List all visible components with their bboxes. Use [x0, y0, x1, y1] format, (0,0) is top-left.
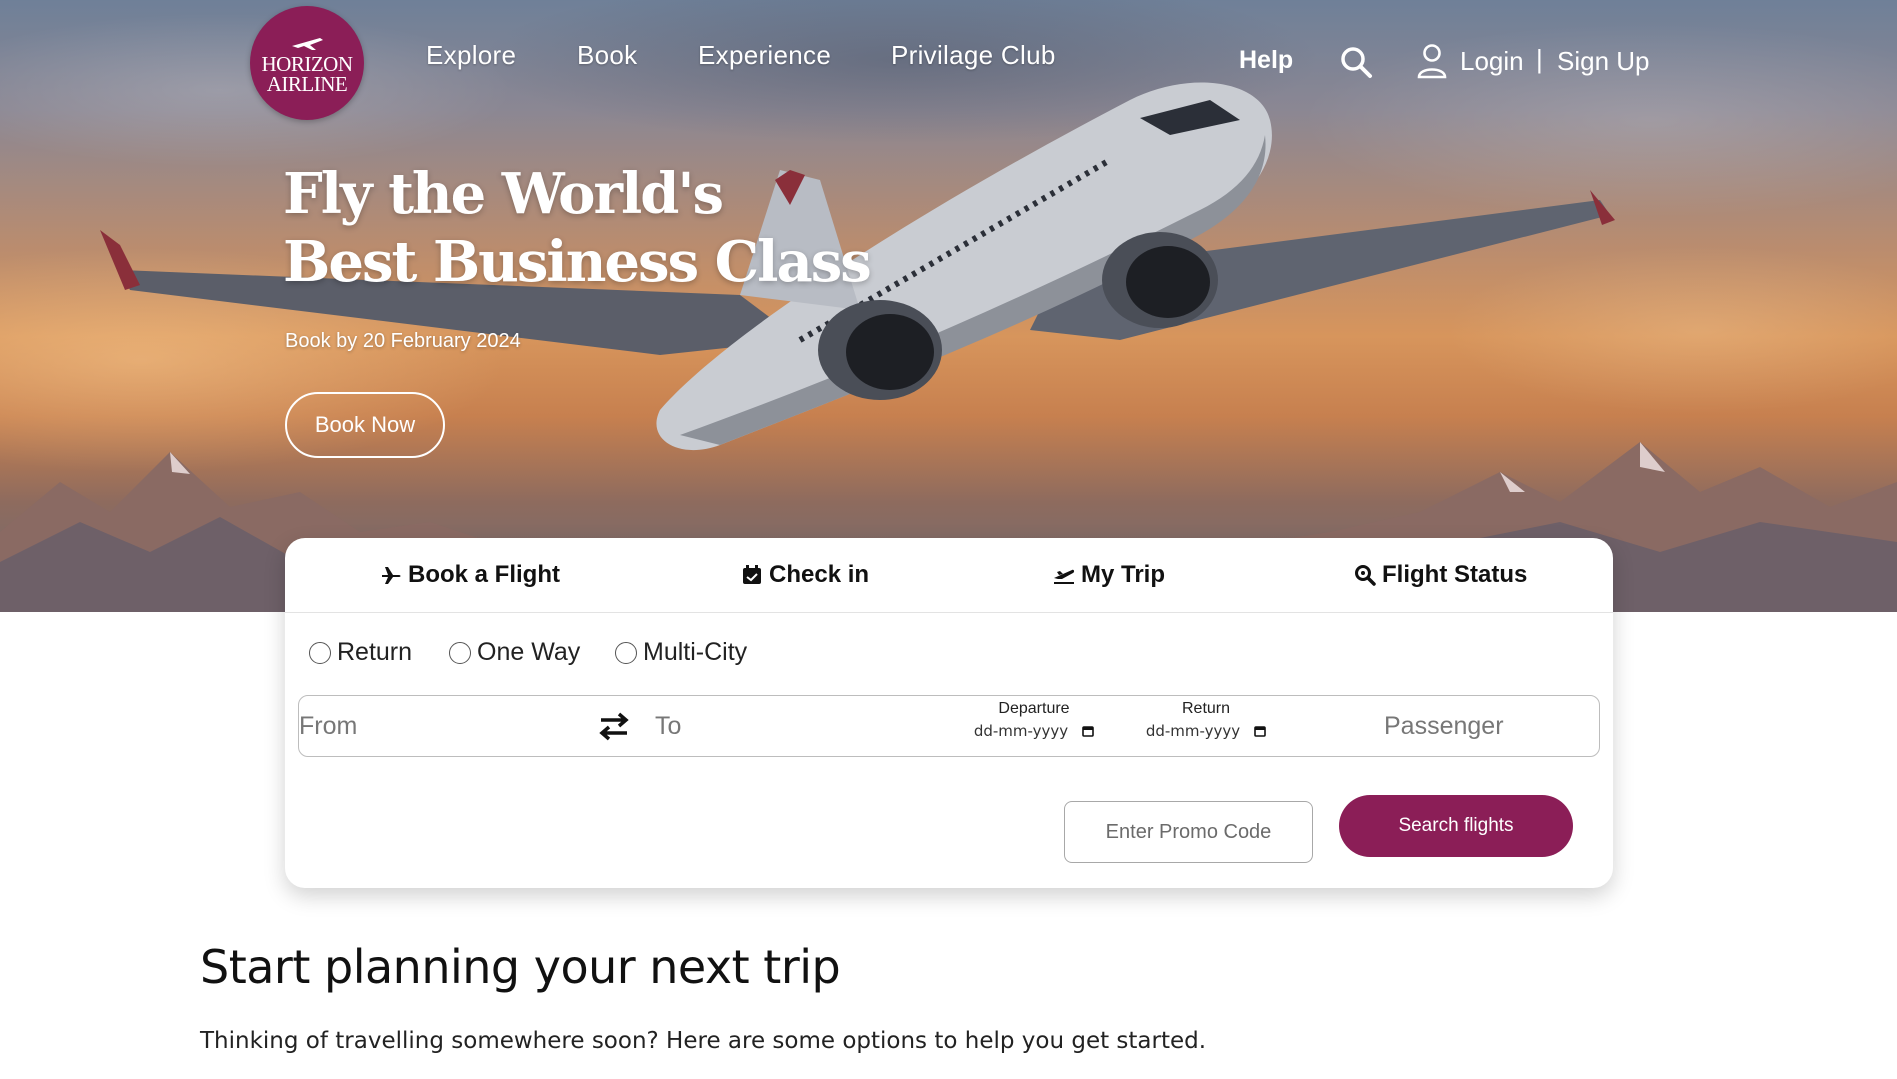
plane-departure-icon: [1054, 569, 1075, 584]
return-radio[interactable]: [309, 641, 331, 664]
to-input[interactable]: To: [655, 712, 681, 741]
promo-code-input[interactable]: Enter Promo Code: [1064, 801, 1313, 863]
logo-plane-icon: [292, 38, 323, 50]
nav-book[interactable]: Book: [577, 40, 637, 71]
trip-type-one-way[interactable]: One Way: [449, 638, 580, 667]
tab-book-a-flight[interactable]: Book a Flight: [380, 558, 560, 592]
horizon-airline-logo[interactable]: HORIZON AIRLINE: [250, 6, 364, 120]
return-date-value: dd-mm-yyyy: [1145, 722, 1241, 740]
tab-check-in[interactable]: Check in: [741, 558, 869, 592]
calendar-icon[interactable]: [1254, 725, 1266, 737]
return-date-label: Return: [1181, 700, 1231, 717]
departure-label: Departure: [998, 700, 1070, 717]
nav-privilage-club[interactable]: Privilage Club: [891, 40, 1056, 71]
hero-title-line-1: Fly the World's: [283, 161, 724, 227]
tab-my-trip-label: My Trip: [1081, 561, 1166, 588]
tab-flight-status[interactable]: Flight Status: [1354, 558, 1527, 592]
user-icon[interactable]: [1416, 43, 1448, 79]
tab-book-a-flight-label: Book a Flight: [408, 561, 560, 588]
login-link[interactable]: Login: [1460, 46, 1524, 77]
passenger-input[interactable]: Passenger: [1384, 712, 1504, 741]
swap-arrows-icon[interactable]: [597, 709, 631, 743]
one-way-label: One Way: [477, 638, 581, 666]
flight-search-fields: From To Departure dd-mm-yyyy Return dd-m…: [298, 695, 1600, 757]
multi-city-radio[interactable]: [615, 641, 637, 664]
airplane-icon: [382, 567, 401, 584]
hero-subtitle: Book by 20 February 2024: [285, 330, 521, 352]
return-date-input[interactable]: dd-mm-yyyy: [1146, 722, 1266, 740]
calendar-check-icon: [743, 565, 761, 584]
section-subtitle: Thinking of travelling somewhere soon? H…: [200, 1028, 1207, 1054]
tab-check-in-label: Check in: [769, 561, 870, 588]
nav-separator: |: [1536, 44, 1543, 74]
help-link[interactable]: Help: [1239, 46, 1293, 75]
logo-line-2: AIRLINE: [266, 72, 348, 96]
multi-city-label: Multi-City: [643, 638, 748, 666]
return-label: Return: [337, 638, 413, 666]
hero-title: Fly the World's Best Business Class: [283, 160, 872, 296]
one-way-radio[interactable]: [449, 641, 471, 664]
tab-flight-status-label: Flight Status: [1382, 561, 1528, 588]
booking-widget: Book a Flight Check in My Trip Flight St…: [285, 538, 1613, 888]
tab-my-trip[interactable]: My Trip: [1053, 558, 1165, 592]
departure-date-value: dd-mm-yyyy: [973, 722, 1069, 740]
return-date-field[interactable]: Return dd-mm-yyyy: [1136, 700, 1276, 741]
nav-experience[interactable]: Experience: [698, 40, 831, 71]
section-title: Start planning your next trip: [200, 940, 841, 994]
departure-date-input[interactable]: dd-mm-yyyy: [974, 722, 1094, 740]
from-input[interactable]: From: [299, 712, 357, 741]
logo-text: HORIZON AIRLINE: [250, 52, 364, 96]
booking-tabs: Book a Flight Check in My Trip Flight St…: [285, 538, 1613, 613]
departure-date-field[interactable]: Departure dd-mm-yyyy: [964, 700, 1104, 741]
book-now-button[interactable]: Book Now: [285, 392, 445, 458]
trip-type-return[interactable]: Return: [309, 638, 412, 667]
hero-title-line-2: Best Business Class: [283, 229, 872, 295]
search-flights-button[interactable]: Search flights: [1339, 795, 1573, 857]
search-icon[interactable]: [1339, 45, 1373, 79]
logo-line-1: HORIZON: [261, 52, 354, 76]
calendar-icon[interactable]: [1082, 725, 1094, 737]
trip-type-multi-city[interactable]: Multi-City: [615, 638, 747, 667]
signup-link[interactable]: Sign Up: [1557, 46, 1650, 77]
nav-explore[interactable]: Explore: [426, 40, 516, 71]
magnifier-icon: [1355, 565, 1376, 586]
